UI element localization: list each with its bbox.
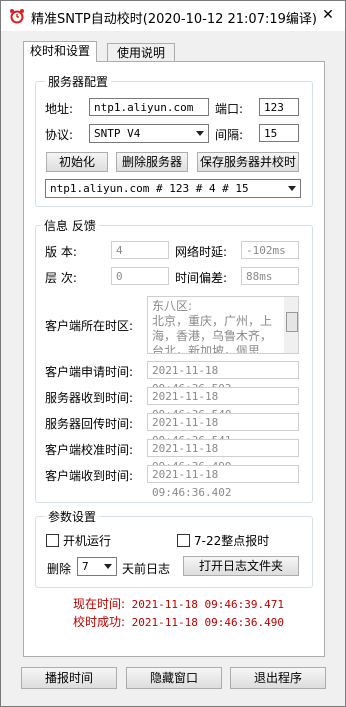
stratum-label: 层 次: (45, 271, 77, 285)
server-recv-field: 2021-11-18 09:46:36.540 (147, 387, 299, 421)
delay-field: -102ms (241, 241, 299, 259)
sync-success-value: 2021-11-18 09:46:36.490 (131, 616, 284, 629)
client-recv-label: 客户端收到时间: (45, 469, 134, 483)
current-time-value: 2021-11-18 09:46:39.471 (131, 598, 284, 611)
port-input[interactable]: 123 (259, 98, 299, 116)
current-time-label: 现在时间: (73, 597, 126, 611)
port-label: 端口: (215, 102, 244, 116)
open-log-folder-button[interactable]: 打开日志文件夹 (183, 556, 299, 576)
version-field: 4 (111, 241, 169, 259)
server-config-title: 服务器配置 (45, 73, 112, 90)
sync-success-status: 校时成功: 2021-11-18 09:46:36.490 (73, 613, 284, 630)
init-button[interactable]: 初始化 (46, 152, 108, 172)
address-label: 地址: (45, 102, 74, 116)
timezone-textbox[interactable]: 东八区: 北京，重庆，广州，上 海，香港，乌鲁木齐， 台北，新加坡，佩思 (147, 296, 299, 354)
client-check-field: 2021-11-18 09:46:36.490 (147, 439, 299, 473)
server-list-value: ntp1.aliyun.com # 123 # 4 # 15 (50, 182, 249, 195)
hourly-report-checkbox[interactable] (177, 534, 190, 547)
server-send-field: 2021-11-18 09:46:36.541 (147, 413, 299, 447)
version-label: 版 本: (45, 245, 77, 259)
timezone-line: 北京，重庆，广州，上 (152, 314, 273, 328)
alarm-clock-icon (9, 8, 25, 24)
hide-window-button[interactable]: 隐藏窗口 (126, 667, 222, 689)
info-title: 信息 反馈 (41, 217, 99, 234)
params-title: 参数设置 (45, 508, 100, 525)
client-recv-field: 2021-11-18 09:46:36.402 (147, 465, 299, 499)
announce-time-button[interactable]: 播报时间 (21, 667, 117, 689)
offset-label: 时间偏差: (175, 271, 228, 285)
chevron-down-icon (104, 564, 112, 569)
delete-log-label: 删除 (47, 562, 72, 576)
server-send-label: 服务器回传时间: (45, 417, 134, 431)
timezone-line: 海，香港，乌鲁木齐， (152, 329, 273, 343)
chevron-down-icon (196, 131, 204, 136)
protocol-value: SNTP V4 (94, 127, 141, 140)
params-group (35, 516, 313, 588)
timezone-line: 台北，新加坡，佩思 (152, 344, 261, 354)
delete-server-button[interactable]: 删除服务器 (116, 152, 188, 172)
title-bar: 精准SNTP自动校时(2020-10-12 21:07:19编译) ✕ (1, 1, 345, 31)
stratum-field: 0 (111, 267, 169, 285)
exit-button[interactable]: 退出程序 (230, 667, 326, 689)
log-days-value: 7 (82, 560, 89, 573)
app-window: 精准SNTP自动校时(2020-10-12 21:07:19编译) ✕ 校时和设… (0, 0, 346, 707)
interval-label: 间隔: (215, 128, 244, 142)
protocol-select[interactable]: SNTP V4 (89, 124, 209, 143)
request-time-field: 2021-11-18 09:46:36.503 (147, 361, 299, 395)
close-button[interactable]: ✕ (314, 4, 342, 26)
interval-input[interactable]: 15 (259, 124, 299, 142)
tab-sync-settings[interactable]: 校时和设置 (23, 41, 97, 62)
save-server-button[interactable]: 保存服务器并校时 (197, 152, 299, 172)
timezone-label: 客户端所在时区: (45, 319, 134, 333)
server-recv-label: 服务器收到时间: (45, 391, 134, 405)
scrollbar-thumb[interactable] (286, 312, 298, 332)
delay-label: 网络时延: (175, 245, 228, 259)
window-title: 精准SNTP自动校时(2020-10-12 21:07:19编译) (31, 12, 317, 27)
client-check-label: 客户端校准时间: (45, 443, 134, 457)
log-days-suffix: 天前日志 (122, 562, 171, 576)
sync-success-label: 校时成功: (73, 615, 126, 629)
offset-field: 88ms (241, 267, 299, 285)
protocol-label: 协议: (45, 128, 74, 142)
autostart-checkbox[interactable] (46, 534, 59, 547)
request-time-label: 客户端申请时间: (45, 365, 134, 379)
server-list-select[interactable]: ntp1.aliyun.com # 123 # 4 # 15 (45, 179, 301, 198)
chevron-down-icon (288, 186, 296, 191)
timezone-line: 东八区: (152, 299, 193, 313)
current-time-status: 现在时间: 2021-11-18 09:46:39.471 (73, 595, 284, 612)
autostart-label[interactable]: 开机运行 (63, 532, 111, 549)
tab-instructions[interactable]: 使用说明 (107, 43, 175, 62)
log-days-select[interactable]: 7 (77, 557, 117, 576)
hourly-report-label[interactable]: 7-22整点报时 (194, 532, 269, 549)
timezone-scrollbar[interactable] (284, 297, 298, 353)
address-input[interactable]: ntp1.aliyun.com (89, 98, 209, 116)
